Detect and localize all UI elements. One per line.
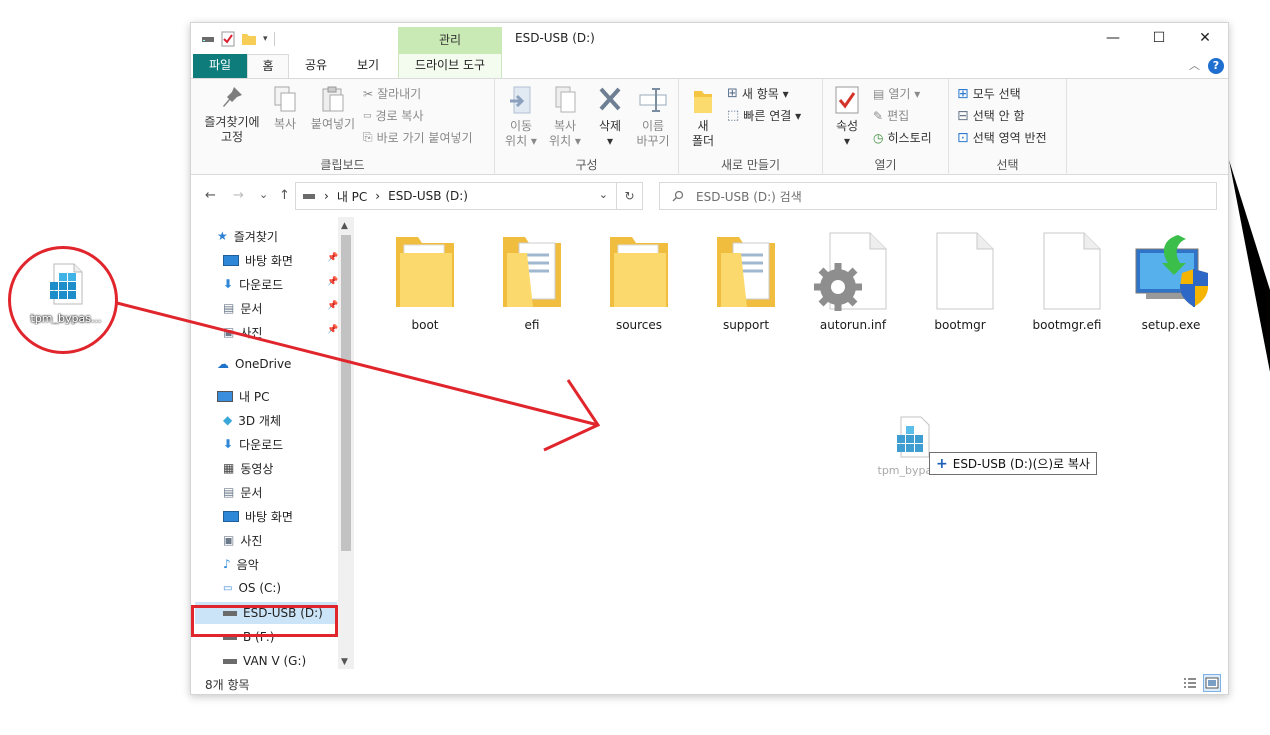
annotation-arrowhead	[543, 379, 601, 452]
screen: tpm_bypas... ▾ 관리 ESD-USB (D:) — ☐ ✕ 파일 …	[0, 0, 1270, 735]
window-edge-shadow	[1229, 160, 1270, 372]
annotation-overlay	[116, 160, 1270, 452]
annotation-arrow	[116, 301, 599, 427]
